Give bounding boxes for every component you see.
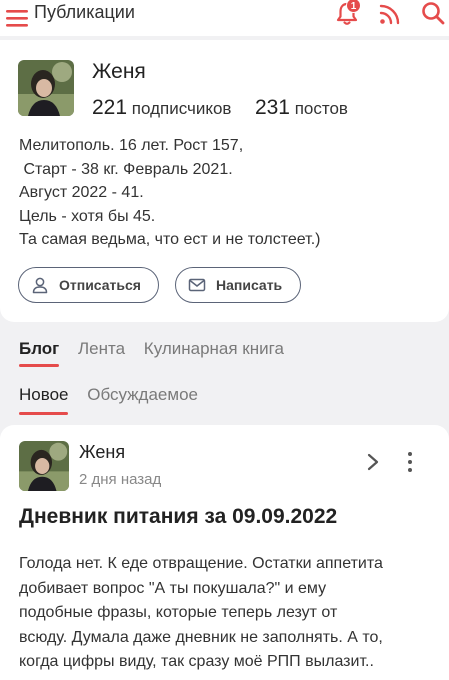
- post-card[interactable]: Женя 2 дня назад Дневник питания за 09.0…: [0, 425, 449, 680]
- user-icon: [32, 277, 48, 294]
- post-text-line: всюду. Думала даже дневник не заполнять.…: [19, 628, 383, 646]
- post-text: Голода нет. К еде отвращение. Остатки ап…: [19, 552, 444, 675]
- post-timestamp: 2 дня назад: [79, 471, 162, 488]
- profile-name: Женя: [92, 60, 146, 83]
- posts-count[interactable]: 231: [255, 96, 290, 119]
- bio-line: Старт - 38 кг. Февраль 2021.: [19, 160, 233, 178]
- profile-tabs: Блог Лента Кулинарная книга: [19, 339, 298, 367]
- message-button[interactable]: Написать: [175, 267, 301, 303]
- sort-tabs: Новое Обсуждаемое: [19, 385, 212, 415]
- hamburger-icon[interactable]: [6, 7, 28, 29]
- envelope-icon: [188, 278, 206, 292]
- profile-card: Женя 221 подписчиков 231 постов Мелитопо…: [0, 40, 449, 322]
- profile-stats: 221 подписчиков 231 постов: [92, 96, 348, 120]
- page-title: Публикации: [34, 2, 135, 22]
- tab-cookbook[interactable]: Кулинарная книга: [144, 339, 284, 359]
- bio-line: Цель - хотя бы 45.: [19, 207, 156, 225]
- posts-label: постов: [294, 99, 348, 118]
- search-icon[interactable]: [420, 0, 446, 26]
- avatar[interactable]: [18, 60, 74, 116]
- post-text-line: подобные фразы, которые теперь лезут от: [19, 604, 338, 621]
- more-options-icon[interactable]: [406, 451, 414, 473]
- profile-bio: Мелитополь. 16 лет. Рост 157, Старт - 38…: [19, 134, 439, 252]
- unsubscribe-button[interactable]: Отписаться: [18, 267, 159, 303]
- tab-new[interactable]: Новое: [19, 385, 69, 415]
- top-bar: Публикации 1: [0, 0, 449, 36]
- bio-line: Та самая ведьма, что ест и не толстеет.): [19, 231, 321, 248]
- tab-feed[interactable]: Лента: [78, 339, 125, 359]
- message-label: Написать: [216, 277, 283, 293]
- bio-line: Мелитополь. 16 лет. Рост 157,: [19, 137, 244, 154]
- subscribers-label: подписчиков: [131, 99, 232, 118]
- post-text-line: Голода нет. К еде отвращение. Остатки ап…: [19, 555, 383, 572]
- post-title[interactable]: Дневник питания за 09.09.2022: [19, 505, 337, 529]
- tab-blog[interactable]: Блог: [19, 339, 60, 367]
- bio-line: Август 2022 - 41.: [19, 184, 144, 201]
- post-text-line: добивает вопрос "А ты покушала?" и ему: [19, 579, 327, 597]
- post-text-line: когда цифры виду, так сразу моё РПП выла…: [19, 653, 374, 670]
- chevron-right-icon[interactable]: [364, 452, 382, 472]
- subscribers-count[interactable]: 221: [92, 96, 127, 119]
- post-author[interactable]: Женя: [79, 442, 125, 463]
- rss-icon[interactable]: [378, 2, 402, 26]
- unsubscribe-label: Отписаться: [59, 277, 141, 293]
- tab-discussed[interactable]: Обсуждаемое: [87, 385, 198, 405]
- avatar[interactable]: [19, 441, 69, 491]
